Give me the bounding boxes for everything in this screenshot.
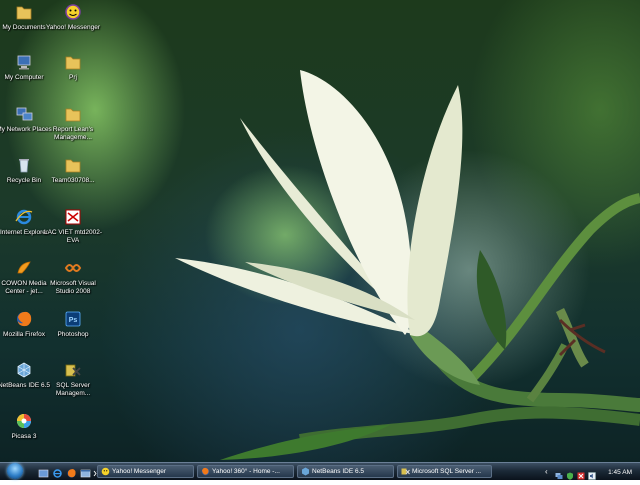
desktop-icon-prj[interactable]: Prj bbox=[41, 52, 105, 82]
icon-label: Yahoo! Messenger bbox=[45, 24, 101, 31]
desktop-icon-report-leans[interactable]: Report Lean's Manageme... bbox=[41, 104, 105, 142]
task-label: Yahoo! 360° - Home -... bbox=[212, 468, 280, 475]
icon-label: Team030708... bbox=[51, 177, 95, 184]
desktop-icon-lac-viet[interactable]: LAC VIET mtd2002-EVA bbox=[41, 207, 105, 245]
desktop-icon-photoshop[interactable]: Ps Photoshop bbox=[41, 309, 105, 339]
computer-icon bbox=[14, 52, 34, 72]
internet-explorer-icon bbox=[14, 207, 34, 227]
clock[interactable]: 1:45 AM bbox=[608, 467, 632, 478]
netbeans-icon bbox=[301, 467, 310, 476]
system-tray: ‹ 1:45 AM bbox=[540, 464, 640, 480]
netbeans-icon bbox=[14, 360, 34, 380]
icon-label: SQL Server Managem... bbox=[55, 382, 91, 397]
task-button-netbeans[interactable]: NetBeans IDE 6.5 bbox=[297, 465, 394, 478]
icon-label: Picasa 3 bbox=[11, 433, 37, 440]
visual-studio-icon bbox=[63, 258, 83, 278]
folder-icon bbox=[63, 52, 83, 72]
taskbar: Yahoo! Messenger Yahoo! 360° - Home -...… bbox=[0, 462, 640, 480]
security-icon[interactable] bbox=[566, 467, 574, 480]
sql-server-icon bbox=[401, 467, 410, 476]
yahoo-messenger-icon bbox=[63, 2, 83, 22]
task-button-yahoo-360[interactable]: Yahoo! 360° - Home -... bbox=[197, 465, 294, 478]
desktop-icon-yahoo-messenger[interactable]: Yahoo! Messenger bbox=[41, 2, 105, 32]
task-button-sql-server[interactable]: Microsoft SQL Server ... bbox=[397, 465, 492, 478]
desktop-icon-sql-server[interactable]: SQL Server Managem... bbox=[41, 360, 105, 398]
firefox-icon bbox=[14, 309, 34, 329]
start-button[interactable] bbox=[4, 463, 26, 480]
icon-label: LAC VIET mtd2002-EVA bbox=[43, 229, 103, 244]
cowon-icon bbox=[14, 258, 34, 278]
icon-label: Microsoft Visual Studio 2008 bbox=[50, 280, 96, 295]
svg-text:Ps: Ps bbox=[69, 317, 78, 324]
show-desktop-icon[interactable] bbox=[38, 466, 49, 478]
firefox-icon[interactable] bbox=[66, 466, 77, 478]
window-icon[interactable] bbox=[80, 466, 91, 478]
icon-label: Photoshop bbox=[57, 331, 89, 338]
recycle-bin-icon bbox=[14, 155, 34, 175]
task-label: Yahoo! Messenger bbox=[112, 468, 167, 475]
network-icon bbox=[14, 104, 34, 124]
picasa-icon bbox=[14, 411, 34, 431]
task-label: NetBeans IDE 6.5 bbox=[312, 468, 365, 475]
task-button-yahoo-messenger[interactable]: Yahoo! Messenger bbox=[97, 465, 194, 478]
task-label: Microsoft SQL Server ... bbox=[412, 468, 482, 475]
desktop-icon-picasa[interactable]: Picasa 3 bbox=[0, 411, 56, 441]
sql-server-icon bbox=[63, 360, 83, 380]
desktop-icon-team-folder[interactable]: Team030708... bbox=[41, 155, 105, 185]
antivirus-icon[interactable] bbox=[577, 467, 585, 480]
windows-orb-icon bbox=[7, 463, 23, 479]
internet-explorer-icon[interactable] bbox=[52, 466, 63, 478]
desktop-icon-visual-studio[interactable]: Microsoft Visual Studio 2008 bbox=[41, 258, 105, 296]
folder-icon bbox=[14, 2, 34, 22]
folder-icon bbox=[63, 104, 83, 124]
icon-label: Prj bbox=[69, 74, 77, 81]
lac-viet-icon bbox=[63, 207, 83, 227]
tray-expand-button[interactable]: ‹ bbox=[545, 466, 548, 477]
volume-icon[interactable] bbox=[588, 467, 596, 480]
network-icon[interactable] bbox=[555, 467, 563, 479]
firefox-icon bbox=[201, 467, 210, 476]
folder-icon bbox=[63, 155, 83, 175]
icon-label: Report Lean's Manageme... bbox=[52, 126, 94, 141]
photoshop-icon: Ps bbox=[63, 309, 83, 329]
yahoo-messenger-icon bbox=[101, 467, 110, 476]
